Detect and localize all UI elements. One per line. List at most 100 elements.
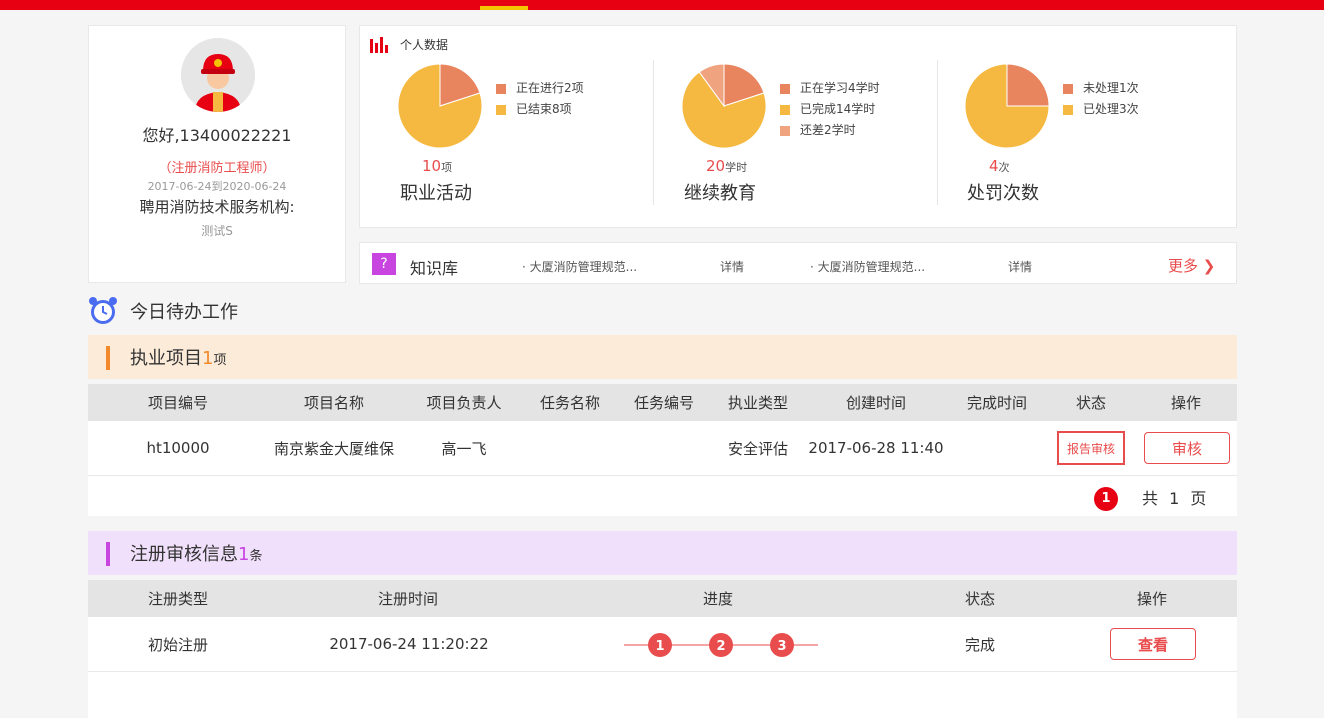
cert-title: （注册消防工程师） — [158, 161, 276, 176]
pie-legend: 正在进行2项 已结束8项 — [496, 78, 584, 120]
knowledge-base-bar: ? 知识库 · 大厦消防管理规范... 详情 · 大厦消防管理规范... 详情 … — [359, 242, 1237, 284]
column-header: 创建时间 — [845, 394, 906, 412]
action-cell: 审核 — [1142, 421, 1232, 475]
progress-steps: 1 2 3 — [624, 633, 818, 657]
alarm-clock-icon — [89, 297, 117, 324]
knowledge-title: 知识库 — [410, 259, 459, 278]
step-label: 1 — [655, 639, 664, 654]
view-button[interactable]: 查看 — [1110, 628, 1196, 660]
registration-section-header: 注册审核信息1条 — [88, 531, 1237, 575]
column-header: 注册类型 — [147, 590, 208, 608]
table-row: ht10000 南京紫金大厦维保 高一飞 安全评估 2017-06-28 11:… — [88, 421, 1237, 476]
content-footer-area — [88, 672, 1237, 718]
action-cell: 查看 — [1108, 617, 1198, 671]
page-total: 共 1 页 — [1142, 489, 1207, 508]
personal-stats-card: 个人数据 正在进行2项 已结束8项 10项 职业活动 正在学习4学时 已完成14学时… — [359, 25, 1237, 228]
review-button[interactable]: 审核 — [1144, 432, 1230, 464]
legend-swatch — [780, 104, 790, 115]
todo-title: 今日待办工作 — [130, 302, 238, 323]
legend-item: 已完成14学时 — [780, 99, 880, 120]
legend-label: 还差2学时 — [800, 123, 856, 137]
finished-time — [952, 421, 1042, 475]
stat-number: 10项 — [422, 157, 453, 175]
legend-swatch — [496, 104, 506, 115]
legend-item: 已结束8项 — [496, 99, 584, 120]
question-icon: ? — [372, 253, 396, 275]
legend-label: 已处理3次 — [1083, 102, 1139, 116]
project-id: ht10000 — [146, 439, 210, 457]
legend-swatch — [780, 83, 790, 94]
column-header: 项目名称 — [303, 394, 364, 412]
column-header: 任务名称 — [539, 394, 600, 412]
status-badge: 报告审核 — [1057, 431, 1125, 465]
status-cell: 报告审核 — [1056, 421, 1126, 475]
legend-label: 正在进行2项 — [516, 81, 584, 95]
step-label: 3 — [777, 639, 786, 654]
project-owner: 高一飞 — [441, 439, 487, 458]
column-header: 任务编号 — [633, 394, 694, 412]
column-header: 完成时间 — [966, 394, 1027, 412]
column-header: 注册时间 — [377, 590, 438, 608]
org-label: 聘用消防技术服务机构: — [139, 198, 295, 216]
more-link[interactable]: 更多 ❯ — [1168, 255, 1215, 276]
column-header: 操作 — [1136, 590, 1167, 608]
legend-swatch — [496, 83, 506, 94]
stat-penalties[interactable]: 未处理1次 已处理3次 4次 处罚次数 — [929, 60, 1209, 220]
pie-slice — [1006, 63, 1050, 107]
stat-number: 4次 — [989, 157, 1010, 175]
projects-table-header: 项目编号 项目名称 项目负责人 任务名称 任务编号 执业类型 创建时间 完成时间… — [88, 384, 1237, 421]
created-time: 2017-06-28 11:40 — [808, 439, 944, 457]
top-nav-active-indicator — [480, 6, 528, 10]
registration-status: 完成 — [964, 635, 995, 654]
knowledge-detail-link[interactable]: 详情 — [720, 258, 744, 275]
org-name: 测试S — [201, 224, 233, 238]
legend-item: 已处理3次 — [1063, 99, 1139, 120]
bar-chart-icon — [370, 36, 388, 53]
legend-label: 已完成14学时 — [800, 102, 876, 116]
legend-item: 正在进行2项 — [496, 78, 584, 99]
pie-chart — [397, 63, 483, 149]
legend-swatch — [1063, 104, 1073, 115]
projects-section-header: 执业项目1项 — [88, 335, 1237, 379]
legend-label: 已结束8项 — [516, 102, 572, 116]
pagination: 1 共 1 页 — [88, 476, 1237, 516]
legend-item: 正在学习4学时 — [780, 78, 880, 99]
column-header: 操作 — [1170, 394, 1201, 412]
registration-table-header: 注册类型 注册时间 进度 状态 操作 — [88, 580, 1237, 617]
section-marker — [106, 542, 110, 566]
stat-career-activities[interactable]: 正在进行2项 已结束8项 10项 职业活动 — [362, 60, 642, 220]
column-header: 状态 — [964, 590, 995, 608]
section-label: 注册审核信息1条 — [130, 544, 263, 565]
step-label: 2 — [716, 639, 725, 654]
legend-item: 还差2学时 — [780, 120, 880, 141]
column-header: 执业类型 — [727, 394, 788, 412]
task-name — [526, 421, 614, 475]
knowledge-detail-link[interactable]: 详情 — [1008, 258, 1032, 275]
registration-type: 初始注册 — [147, 635, 208, 654]
legend-swatch — [1063, 83, 1073, 94]
practice-type: 安全评估 — [727, 439, 788, 458]
knowledge-item-link[interactable]: · 大厦消防管理规范... — [522, 258, 637, 275]
pie-chart — [681, 63, 767, 149]
column-header: 状态 — [1075, 394, 1106, 412]
stat-continuing-education[interactable]: 正在学习4学时 已完成14学时 还差2学时 20学时 继续教育 — [646, 60, 926, 220]
section-marker — [106, 346, 110, 370]
knowledge-item-link[interactable]: · 大厦消防管理规范... — [810, 258, 925, 275]
legend-item: 未处理1次 — [1063, 78, 1139, 99]
page-number-button[interactable]: 1 — [1094, 487, 1118, 511]
table-row: 初始注册 2017-06-24 11:20:22 1 2 3 完成 查看 — [88, 617, 1237, 672]
avatar[interactable] — [181, 38, 255, 112]
stats-header-label: 个人数据 — [400, 38, 449, 52]
top-nav-bar — [0, 0, 1324, 10]
project-name: 南京紫金大厦维保 — [273, 439, 394, 458]
cert-period: 2017-06-24到2020-06-24 — [147, 180, 287, 193]
stat-number: 20学时 — [706, 157, 748, 175]
legend-label: 正在学习4学时 — [800, 81, 880, 95]
column-header: 项目编号 — [147, 394, 208, 412]
column-header: 项目负责人 — [426, 394, 502, 412]
greeting: 您好,13400022221 — [142, 126, 292, 145]
stats-header: 个人数据 — [370, 36, 448, 53]
pie-chart — [964, 63, 1050, 149]
profile-card: 您好,13400022221 （注册消防工程师） 2017-06-24到2020… — [88, 25, 346, 283]
pie-legend: 正在学习4学时 已完成14学时 还差2学时 — [780, 78, 880, 141]
